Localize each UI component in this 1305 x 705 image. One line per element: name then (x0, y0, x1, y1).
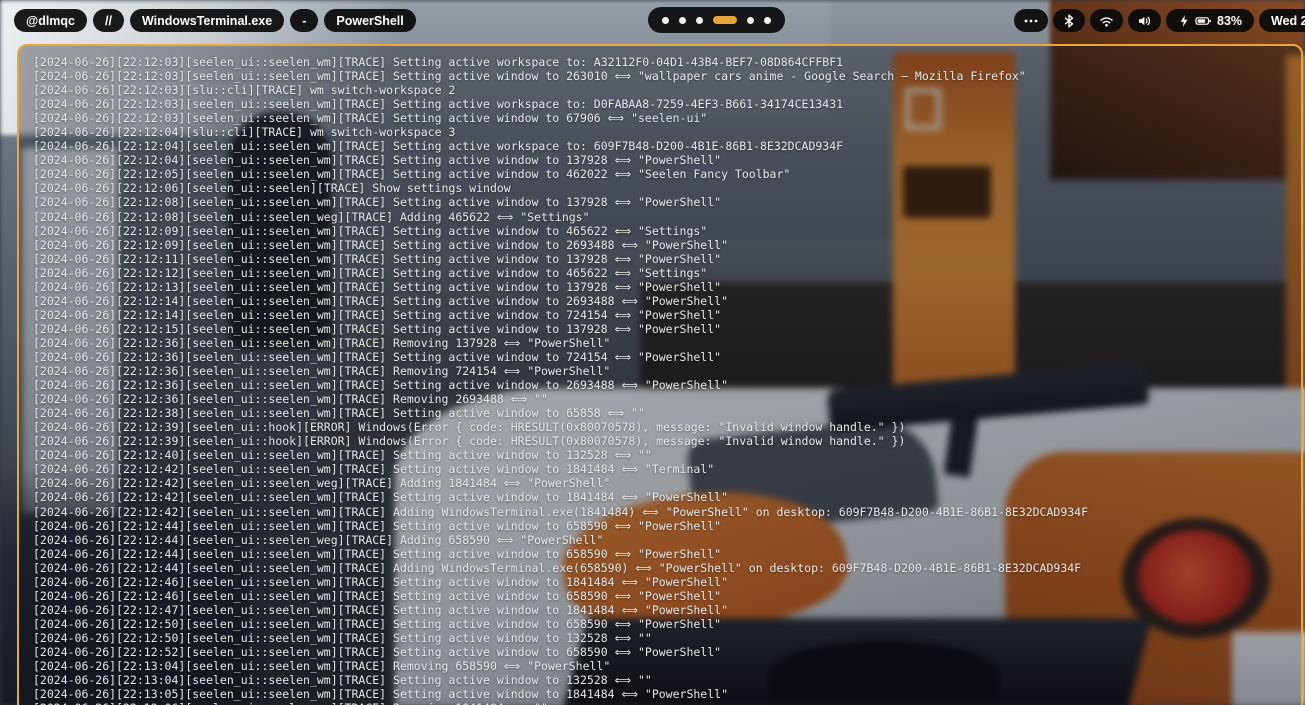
fancy-toolbar: @dlmqc // WindowsTerminal.exe-PowerShell (0, 0, 1305, 40)
ellipsis-icon (1023, 14, 1039, 28)
battery-indicator[interactable]: 83% (1166, 9, 1254, 32)
log-line: [2024-06-26][22:12:42][seelen_ui::seelen… (33, 462, 1295, 476)
log-line: [2024-06-26][22:12:08][seelen_ui::seelen… (33, 195, 1295, 209)
log-line: [2024-06-26][22:12:36][seelen_ui::seelen… (33, 364, 1295, 378)
log-line: [2024-06-26][22:12:40][seelen_ui::seelen… (33, 448, 1295, 462)
log-line: [2024-06-26][22:12:44][seelen_ui::seelen… (33, 547, 1295, 561)
log-line: [2024-06-26][22:12:42][seelen_ui::seelen… (33, 476, 1295, 490)
log-line: [2024-06-26][22:12:44][seelen_ui::seelen… (33, 561, 1295, 575)
wifi-icon (1099, 14, 1114, 28)
terminal-log: [2024-06-26][22:12:03][seelen_ui::seelen… (19, 46, 1301, 705)
log-line: [2024-06-26][22:12:44][seelen_ui::seelen… (33, 533, 1295, 547)
workspace-dot[interactable] (662, 17, 669, 24)
taskbar-app-button[interactable]: @dlmqc (14, 9, 87, 32)
log-line: [2024-06-26][22:12:38][seelen_ui::seelen… (33, 406, 1295, 420)
workspace-dot[interactable] (747, 17, 754, 24)
log-line: [2024-06-26][22:12:09][seelen_ui::seelen… (33, 224, 1295, 238)
log-line: [2024-06-26][22:12:04][seelen_ui::seelen… (33, 139, 1295, 153)
log-line: [2024-06-26][22:12:14][seelen_ui::seelen… (33, 308, 1295, 322)
volume-button[interactable] (1128, 9, 1161, 32)
log-line: [2024-06-26][22:12:12][seelen_ui::seelen… (33, 266, 1295, 280)
log-line: [2024-06-26][22:12:50][seelen_ui::seelen… (33, 631, 1295, 645)
log-line: [2024-06-26][22:12:09][seelen_ui::seelen… (33, 238, 1295, 252)
log-line: [2024-06-26][22:13:04][seelen_ui::seelen… (33, 659, 1295, 673)
log-line: [2024-06-26][22:12:47][seelen_ui::seelen… (33, 603, 1295, 617)
workspace-dot[interactable] (696, 17, 703, 24)
log-line: [2024-06-26][22:12:36][seelen_ui::seelen… (33, 378, 1295, 392)
log-line: [2024-06-26][22:12:52][seelen_ui::seelen… (33, 645, 1295, 659)
log-line: [2024-06-26][22:12:04][seelen_ui::seelen… (33, 153, 1295, 167)
log-line: [2024-06-26][22:12:08][seelen_ui::seelen… (33, 210, 1295, 224)
log-line: [2024-06-26][22:12:39][seelen_ui::hook][… (33, 420, 1295, 434)
log-line: [2024-06-26][22:12:13][seelen_ui::seelen… (33, 280, 1295, 294)
bluetooth-icon (1062, 14, 1076, 28)
datetime-label: Wed 26 Jun, 0 (1271, 14, 1305, 28)
log-line: [2024-06-26][22:12:04][slu::cli][TRACE] … (33, 125, 1295, 139)
log-line: [2024-06-26][22:12:46][seelen_ui::seelen… (33, 575, 1295, 589)
log-line: [2024-06-26][22:12:03][seelen_ui::seelen… (33, 97, 1295, 111)
log-line: [2024-06-26][22:12:39][seelen_ui::hook][… (33, 434, 1295, 448)
log-line: [2024-06-26][22:12:36][seelen_ui::seelen… (33, 350, 1295, 364)
log-line: [2024-06-26][22:12:11][seelen_ui::seelen… (33, 252, 1295, 266)
workspace-switcher[interactable] (648, 7, 785, 33)
charging-bolt-icon (1178, 14, 1190, 28)
log-line: [2024-06-26][22:12:36][seelen_ui::seelen… (33, 336, 1295, 350)
log-line: [2024-06-26][22:12:44][seelen_ui::seelen… (33, 519, 1295, 533)
taskbar-app-button[interactable]: // (93, 9, 124, 32)
log-line: [2024-06-26][22:12:42][seelen_ui::seelen… (33, 505, 1295, 519)
log-line: [2024-06-26][22:12:36][seelen_ui::seelen… (33, 392, 1295, 406)
bluetooth-button[interactable] (1053, 9, 1085, 32)
log-line: [2024-06-26][22:12:03][slu::cli][TRACE] … (33, 83, 1295, 97)
taskbar-app-button[interactable]: PowerShell (324, 9, 415, 32)
log-line: [2024-06-26][22:12:46][seelen_ui::seelen… (33, 589, 1295, 603)
log-line: [2024-06-26][22:12:03][seelen_ui::seelen… (33, 69, 1295, 83)
log-line: [2024-06-26][22:12:14][seelen_ui::seelen… (33, 294, 1295, 308)
log-line: [2024-06-26][22:13:05][seelen_ui::seelen… (33, 687, 1295, 701)
toolbar-left-group: @dlmqc // WindowsTerminal.exe-PowerShell (14, 9, 416, 32)
workspace-dot[interactable] (713, 16, 737, 24)
log-line: [2024-06-26][22:12:06][seelen_ui::seelen… (33, 181, 1295, 195)
taskbar-app-button[interactable]: WindowsTerminal.exe (130, 9, 284, 32)
wifi-button[interactable] (1090, 9, 1123, 32)
log-line: [2024-06-26][22:12:50][seelen_ui::seelen… (33, 617, 1295, 631)
speaker-icon (1137, 14, 1152, 28)
workspace-dot[interactable] (764, 17, 771, 24)
log-line: [2024-06-26][22:12:05][seelen_ui::seelen… (33, 167, 1295, 181)
clock-indicator[interactable]: Wed 26 Jun, 0 (1259, 9, 1305, 32)
log-line: [2024-06-26][22:12:15][seelen_ui::seelen… (33, 322, 1295, 336)
taskbar-app-button[interactable]: - (290, 9, 318, 32)
toolbar-right-group: 83% Wed 26 Jun, 0 (1014, 9, 1305, 32)
battery-percent: 83% (1217, 14, 1242, 28)
log-line: [2024-06-26][22:12:03][seelen_ui::seelen… (33, 55, 1295, 69)
log-line: [2024-06-26][22:13:06][seelen_ui::seelen… (33, 701, 1295, 705)
log-line: [2024-06-26][22:12:03][seelen_ui::seelen… (33, 111, 1295, 125)
battery-icon (1195, 14, 1212, 28)
workspace-dot[interactable] (679, 17, 686, 24)
terminal-window[interactable]: [2024-06-26][22:12:03][seelen_ui::seelen… (17, 44, 1303, 705)
more-options-button[interactable] (1014, 9, 1048, 32)
log-line: [2024-06-26][22:12:42][seelen_ui::seelen… (33, 490, 1295, 504)
log-line: [2024-06-26][22:13:04][seelen_ui::seelen… (33, 673, 1295, 687)
